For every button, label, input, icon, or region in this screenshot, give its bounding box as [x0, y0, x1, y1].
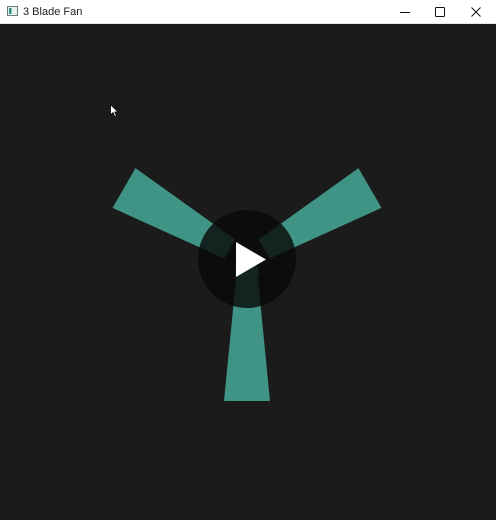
- maximize-button[interactable]: [422, 0, 458, 23]
- close-icon: [471, 6, 481, 17]
- title-bar[interactable]: 3 Blade Fan: [0, 0, 496, 24]
- minimize-button[interactable]: [387, 0, 423, 23]
- mouse-pointer-icon: [110, 104, 119, 118]
- window-title: 3 Blade Fan: [23, 6, 83, 18]
- maximize-icon: [435, 6, 445, 17]
- fan-canvas[interactable]: [0, 24, 496, 520]
- close-button[interactable]: [458, 0, 494, 23]
- app-icon: [7, 6, 18, 16]
- fan-drawing: [112, 168, 382, 401]
- minimize-icon: [400, 11, 410, 13]
- app-window: 3 Blade Fan: [0, 0, 496, 520]
